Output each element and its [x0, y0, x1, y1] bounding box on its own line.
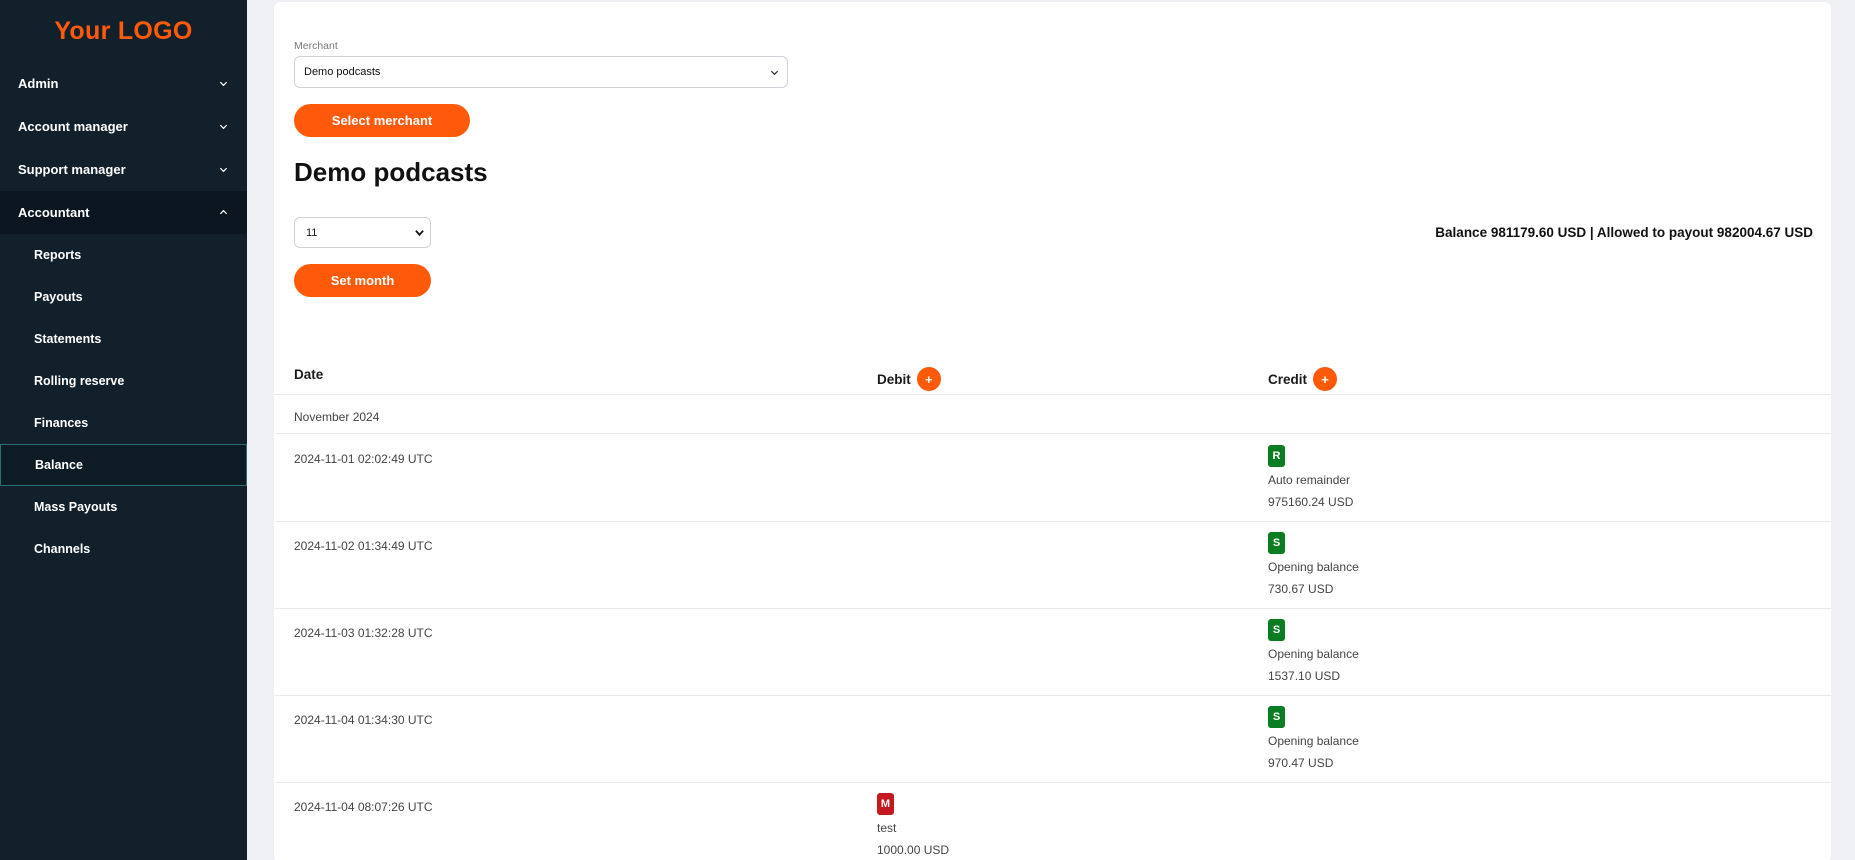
- nav-group-label: Accountant: [18, 205, 90, 220]
- nav-group-label: Support manager: [18, 162, 126, 177]
- add-credit-button[interactable]: +: [1313, 367, 1338, 391]
- entry-description: Auto remainder: [1268, 473, 1351, 487]
- entry-type-badge: M: [877, 793, 894, 815]
- chevron-down-icon: [769, 67, 779, 77]
- chevron-up-icon: [218, 208, 228, 218]
- date-header-label: Date: [294, 367, 324, 382]
- entry-type-badge: R: [1268, 445, 1285, 467]
- sidebar: Your LOGO Admin Account manager Support …: [0, 0, 247, 860]
- sidebar-item-payouts[interactable]: Payouts: [0, 276, 247, 318]
- sidebar-item-finances[interactable]: Finances: [0, 402, 247, 444]
- credit-header-label: Credit: [1268, 371, 1308, 387]
- entry-description: Opening balance: [1268, 560, 1359, 574]
- sidebar-item-channels[interactable]: Channels: [0, 528, 247, 570]
- balance-summary: Balance 981179.60 USD | Allowed to payou…: [1435, 225, 1813, 240]
- logo[interactable]: Your LOGO: [0, 0, 247, 62]
- sidebar-item-mass-payouts[interactable]: Mass Payouts: [0, 486, 247, 528]
- chevron-down-icon: [218, 165, 228, 175]
- set-month-button[interactable]: Set month: [294, 264, 431, 297]
- credit-entry: S Opening balance 970.47 USD: [1268, 706, 1359, 770]
- row-date: 2024-11-02 01:34:49 UTC: [294, 539, 433, 553]
- month-select[interactable]: 11: [294, 217, 431, 248]
- entry-type-badge: S: [1268, 532, 1285, 554]
- sidebar-item-reports[interactable]: Reports: [0, 234, 247, 276]
- table-header: Date Debit + Credit +: [274, 357, 1831, 395]
- debit-header-label: Debit: [877, 371, 911, 387]
- add-debit-button[interactable]: +: [916, 367, 941, 391]
- page-title: Demo podcasts: [294, 157, 488, 187]
- sidebar-item-balance[interactable]: Balance: [0, 444, 247, 486]
- chevron-down-icon: [218, 122, 228, 132]
- month-group-label: November 2024: [274, 395, 1831, 434]
- entry-description: Opening balance: [1268, 734, 1359, 748]
- nav-group-account-manager[interactable]: Account manager: [0, 105, 247, 148]
- merchant-select-value: Demo podcasts: [304, 66, 381, 78]
- select-merchant-button[interactable]: Select merchant: [294, 104, 470, 137]
- entry-amount: 1000.00 USD: [877, 843, 950, 857]
- table-row: 2024-11-02 01:34:49 UTC S Opening balanc…: [274, 522, 1831, 609]
- nav-group-admin[interactable]: Admin: [0, 62, 247, 105]
- chevron-down-icon: [414, 228, 424, 238]
- entry-amount: 1537.10 USD: [1268, 669, 1341, 683]
- entry-type-badge: S: [1268, 619, 1285, 641]
- row-date: 2024-11-01 02:02:49 UTC: [294, 452, 433, 466]
- debit-header: Debit +: [877, 367, 941, 391]
- balance-card: Merchant Demo podcasts Select merchant D…: [274, 2, 1831, 860]
- debit-entry: M test 1000.00 USD: [877, 793, 949, 857]
- nav-group-support-manager[interactable]: Support manager: [0, 148, 247, 191]
- table-row: 2024-11-04 01:34:30 UTC S Opening balanc…: [274, 696, 1831, 783]
- credit-entry: R Auto remainder 975160.24 USD: [1268, 445, 1353, 509]
- sidebar-item-statements[interactable]: Statements: [0, 318, 247, 360]
- table-row: 2024-11-03 01:32:28 UTC S Opening balanc…: [274, 609, 1831, 696]
- sidebar-item-rolling-reserve[interactable]: Rolling reserve: [0, 360, 247, 402]
- row-date: 2024-11-03 01:32:28 UTC: [294, 626, 433, 640]
- entry-amount: 970.47 USD: [1268, 756, 1334, 770]
- chevron-down-icon: [218, 79, 228, 89]
- table-row: 2024-11-01 02:02:49 UTC R Auto remainder…: [274, 435, 1831, 522]
- credit-entry: S Opening balance 730.67 USD: [1268, 532, 1359, 596]
- nav-group-label: Admin: [18, 76, 59, 91]
- nav-group-accountant[interactable]: Accountant: [0, 191, 247, 234]
- entry-description: test: [877, 821, 897, 835]
- entry-description: Opening balance: [1268, 647, 1359, 661]
- table-row: 2024-11-04 08:07:26 UTC M test 1000.00 U…: [274, 783, 1831, 860]
- merchant-select[interactable]: Demo podcasts: [294, 56, 788, 88]
- entry-amount: 730.67 USD: [1268, 582, 1334, 596]
- credit-entry: S Opening balance 1537.10 USD: [1268, 619, 1359, 683]
- row-date: 2024-11-04 01:34:30 UTC: [294, 713, 433, 727]
- merchant-label: Merchant: [294, 40, 338, 52]
- entry-type-badge: S: [1268, 706, 1285, 728]
- credit-header: Credit +: [1268, 367, 1338, 391]
- entry-amount: 975160.24 USD: [1268, 495, 1354, 509]
- month-select-value: 11: [306, 226, 318, 239]
- date-header: Date: [294, 367, 323, 382]
- row-date: 2024-11-04 08:07:26 UTC: [294, 800, 433, 814]
- nav-group-label: Account manager: [18, 119, 128, 134]
